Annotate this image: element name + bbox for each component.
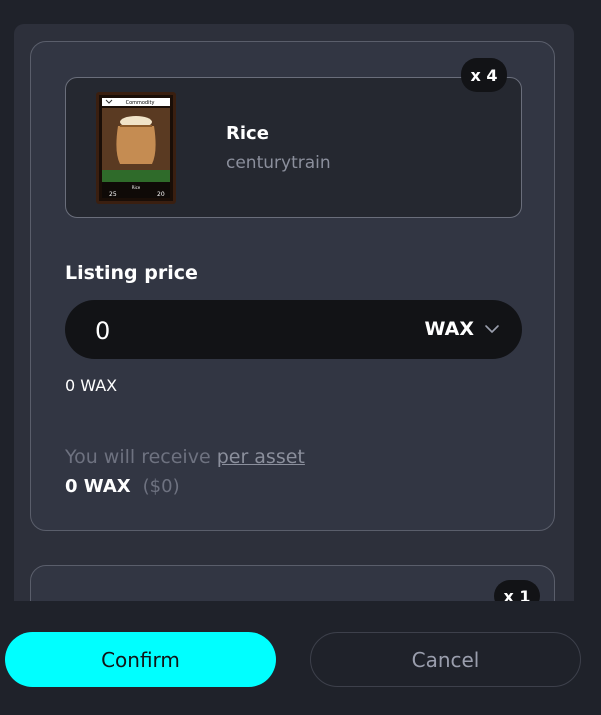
listing-price-field: WAX <box>65 300 522 359</box>
listing-panel: x 4 Commodity Rice 25 20 Rice centurytra… <box>14 24 574 644</box>
asset-summary: x 4 Commodity Rice 25 20 Rice centurytra… <box>65 58 522 218</box>
receive-prefix: You will receive <box>65 446 217 468</box>
asset-collection: centurytrain <box>226 153 331 173</box>
quantity-badge: x 4 <box>461 58 507 92</box>
cancel-button[interactable]: Cancel <box>310 632 581 687</box>
listing-price-label: Listing price <box>65 262 198 284</box>
price-echo: 0 WAX <box>65 376 118 395</box>
currency-select[interactable]: WAX <box>425 314 500 344</box>
receive-amount-wax: 0 WAX <box>65 476 131 497</box>
receive-amount-fiat: ($0) <box>142 476 180 497</box>
listing-price-input[interactable] <box>93 310 357 352</box>
card-title-text: Rice <box>132 185 141 190</box>
per-asset-link[interactable]: per asset <box>217 446 305 468</box>
card-stat-right: 20 <box>157 191 165 198</box>
modal-footer: Confirm Cancel <box>0 601 601 715</box>
asset-name: Rice <box>226 123 269 144</box>
asset-card-image: Commodity Rice 25 20 <box>96 92 176 204</box>
listing-card: x 4 Commodity Rice 25 20 Rice centurytra… <box>30 41 555 531</box>
card-stat-left: 25 <box>109 191 117 198</box>
card-header-text: Commodity <box>126 100 155 106</box>
receive-amount: 0 WAX ($0) <box>65 476 180 497</box>
confirm-button[interactable]: Confirm <box>5 632 276 687</box>
currency-label: WAX <box>424 318 474 340</box>
chevron-down-icon <box>485 325 499 333</box>
sell-modal: x 4 Commodity Rice 25 20 Rice centurytra… <box>0 0 601 715</box>
receive-info: You will receive per asset <box>65 446 305 468</box>
